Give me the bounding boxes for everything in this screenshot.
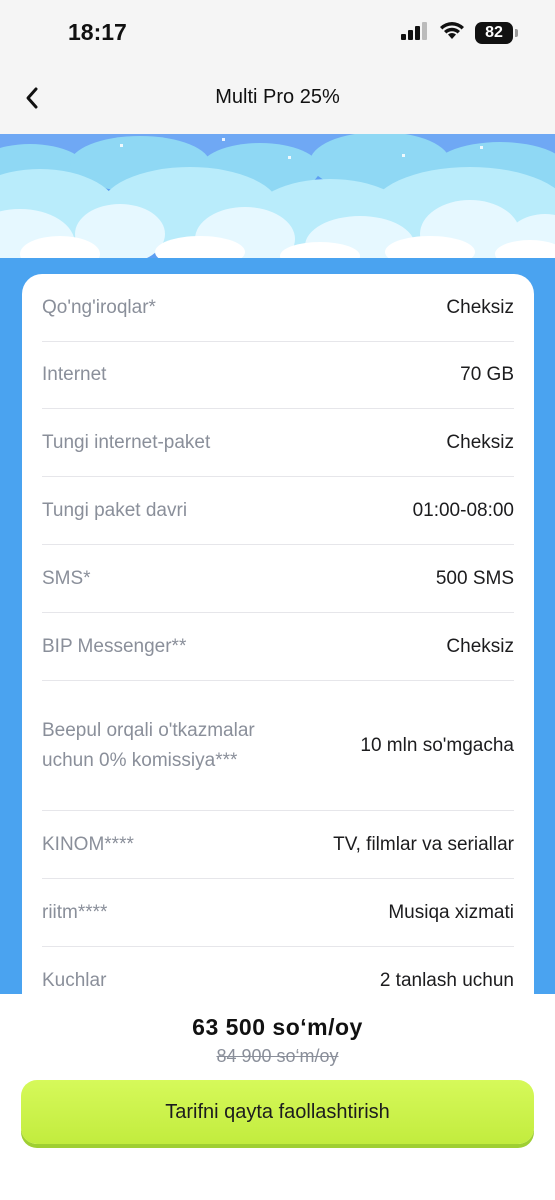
page-title: Multi Pro 25%: [215, 86, 340, 108]
battery-icon: 82: [475, 22, 518, 44]
header-banner: [0, 134, 555, 258]
feature-value: Cheksiz: [446, 296, 514, 318]
feature-value: 2 tanlash uchun: [379, 969, 514, 991]
feature-label: riitm****: [42, 901, 108, 923]
feature-row: Beepul orqali o'tkazmalar uchun 0% komis…: [42, 681, 514, 811]
feature-value: 500 SMS: [435, 567, 514, 589]
feature-value: 70 GB: [460, 363, 514, 385]
feature-row: SMS* 500 SMS: [42, 545, 514, 613]
feature-label: Internet: [42, 363, 107, 385]
feature-label: Kuchlar: [42, 969, 107, 991]
feature-row: Qo'ng'iroqlar* Cheksiz: [42, 274, 514, 342]
feature-row: Tungi internet-paket Cheksiz: [42, 409, 514, 477]
feature-row: riitm**** Musiqa xizmati: [42, 879, 514, 947]
feature-value: TV, filmlar va seriallar: [333, 833, 514, 855]
feature-label: Qo'ng'iroqlar*: [42, 296, 156, 318]
clouds-illustration: [0, 134, 555, 258]
status-icons: 82: [401, 21, 518, 45]
status-time: 18:17: [68, 19, 127, 45]
feature-value: 10 mln so'mgacha: [360, 734, 514, 756]
current-price: 63 500 so‘m/oy: [192, 1014, 363, 1040]
feature-label: SMS*: [42, 567, 91, 589]
feature-row: Tungi paket davri 01:00-08:00: [42, 477, 514, 545]
feature-row: KINOM**** TV, filmlar va seriallar: [42, 811, 514, 879]
battery-level: 82: [485, 24, 503, 41]
feature-label: Tungi paket davri: [42, 499, 188, 521]
feature-row: Internet 70 GB: [42, 341, 514, 409]
feature-value: Musiqa xizmati: [388, 901, 514, 923]
feature-label: Tungi internet-paket: [42, 431, 211, 453]
feature-row: BIP Messenger** Cheksiz: [42, 613, 514, 681]
feature-label: Beepul orqali o'tkazmalar uchun 0% komis…: [42, 719, 255, 771]
reactivate-tariff-button[interactable]: Tarifni qayta faollashtirish: [21, 1080, 534, 1144]
tariff-details-card: Qo'ng'iroqlar* Cheksiz Internet 70 GB Tu…: [22, 274, 534, 1034]
wifi-icon: [439, 21, 465, 45]
status-bar: 18:17 82: [0, 0, 555, 66]
bottom-panel: 63 500 so‘m/oy 84 900 so‘m/oy Tarifni qa…: [0, 994, 555, 1200]
feature-value: Cheksiz: [446, 635, 514, 657]
old-price: 84 900 so‘m/oy: [216, 1046, 339, 1066]
feature-label: KINOM****: [42, 833, 134, 855]
cellular-signal-icon: [401, 21, 429, 45]
nav-bar: Multi Pro 25%: [0, 66, 555, 134]
feature-value: Cheksiz: [446, 431, 514, 453]
feature-value: 01:00-08:00: [412, 499, 514, 521]
feature-label: BIP Messenger**: [42, 635, 187, 657]
